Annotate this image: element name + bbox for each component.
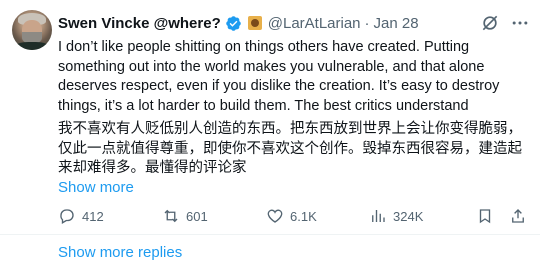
grok-icon[interactable] (480, 13, 500, 33)
author-name[interactable]: Swen Vincke @where? (58, 15, 221, 32)
bookmark-icon (479, 209, 491, 224)
reply-button[interactable]: 412 (58, 207, 104, 225)
repost-button[interactable]: 601 (162, 207, 208, 225)
repost-count: 601 (186, 208, 208, 224)
author-handle[interactable]: @LarAtLarian (268, 15, 361, 32)
views-count: 324K (393, 208, 424, 224)
bookmark-button[interactable] (476, 207, 500, 225)
like-count: 6.1K (290, 208, 317, 224)
separator: · (364, 14, 370, 32)
share-icon (512, 209, 524, 223)
repost-icon (164, 209, 178, 223)
tweet-date[interactable]: Jan 28 (374, 15, 419, 32)
views-icon (372, 210, 385, 222)
share-button[interactable] (509, 207, 533, 225)
like-button[interactable]: 6.1K (266, 207, 317, 225)
tweet-translation: 我不喜欢有人贬低别人创造的东西。把东西放到世界上会让你变得脆弱，仅此一点就值得尊… (58, 121, 522, 176)
show-more-replies-link[interactable]: Show more replies (58, 244, 182, 261)
reply-icon (60, 209, 74, 224)
action-bar: 412 601 6.1K 324K (58, 207, 528, 227)
verified-badge-icon (225, 15, 241, 31)
show-more-link[interactable]: Show more (58, 179, 134, 196)
reply-count: 412 (82, 208, 104, 224)
views-button[interactable]: 324K (369, 207, 423, 225)
tweet-text: I don’t like people shitting on things o… (58, 39, 500, 114)
tweet[interactable]: Swen Vincke @where? @LarAtLarian · Jan 2… (0, 0, 540, 270)
divider (0, 234, 540, 235)
like-icon (267, 209, 283, 223)
avatar[interactable] (12, 10, 52, 50)
more-options-icon[interactable] (510, 13, 530, 33)
tweet-header: Swen Vincke @where? @LarAtLarian · Jan 2… (58, 13, 419, 33)
affiliate-badge-icon[interactable] (247, 16, 262, 30)
